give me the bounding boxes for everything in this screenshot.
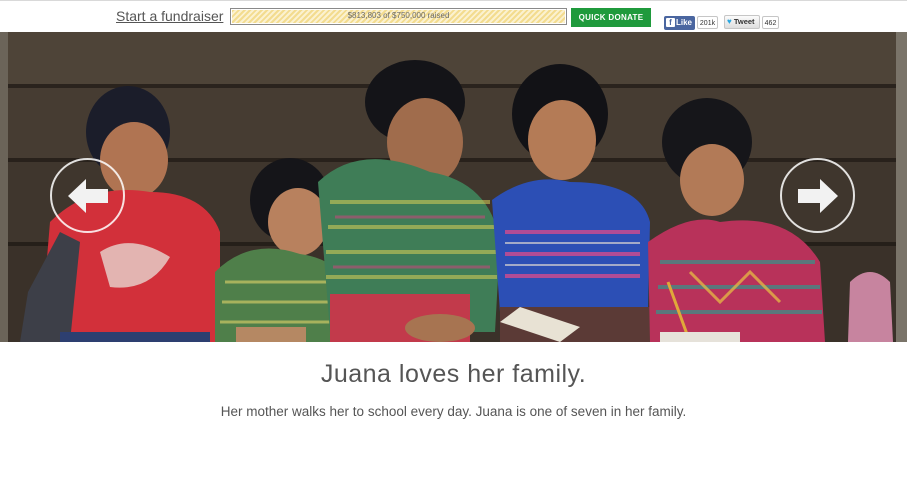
family-photo-illustration bbox=[0, 32, 907, 342]
fundraising-progress-bar: $813,803 of $750,000 raised bbox=[230, 8, 567, 25]
facebook-like-count: 201k bbox=[697, 16, 718, 29]
progress-text: $813,803 of $750,000 raised bbox=[347, 11, 450, 20]
facebook-icon: f bbox=[666, 18, 675, 27]
arrow-left-icon bbox=[68, 179, 108, 213]
quick-donate-button[interactable]: QUICK DONATE bbox=[571, 8, 651, 27]
next-slide-button[interactable] bbox=[780, 158, 855, 233]
story-text: Her mother walks her to school every day… bbox=[220, 404, 687, 419]
facebook-like-button[interactable]: f Like bbox=[664, 16, 695, 30]
tweet-count: 462 bbox=[762, 16, 779, 29]
story-title: Juana loves her family. bbox=[320, 360, 587, 388]
hero-photo bbox=[0, 32, 907, 342]
facebook-like-label: Like bbox=[676, 18, 693, 27]
top-bar: Start a fundraiser $813,803 of $750,000 … bbox=[0, 0, 907, 31]
arrow-right-icon bbox=[798, 179, 838, 213]
previous-slide-button[interactable] bbox=[50, 158, 125, 233]
twitter-bird-icon: ♥ bbox=[727, 17, 732, 26]
start-fundraiser-link[interactable]: Start a fundraiser bbox=[116, 8, 223, 24]
tweet-label: Tweet bbox=[733, 17, 755, 26]
tweet-button[interactable]: ♥ Tweet bbox=[724, 15, 760, 29]
